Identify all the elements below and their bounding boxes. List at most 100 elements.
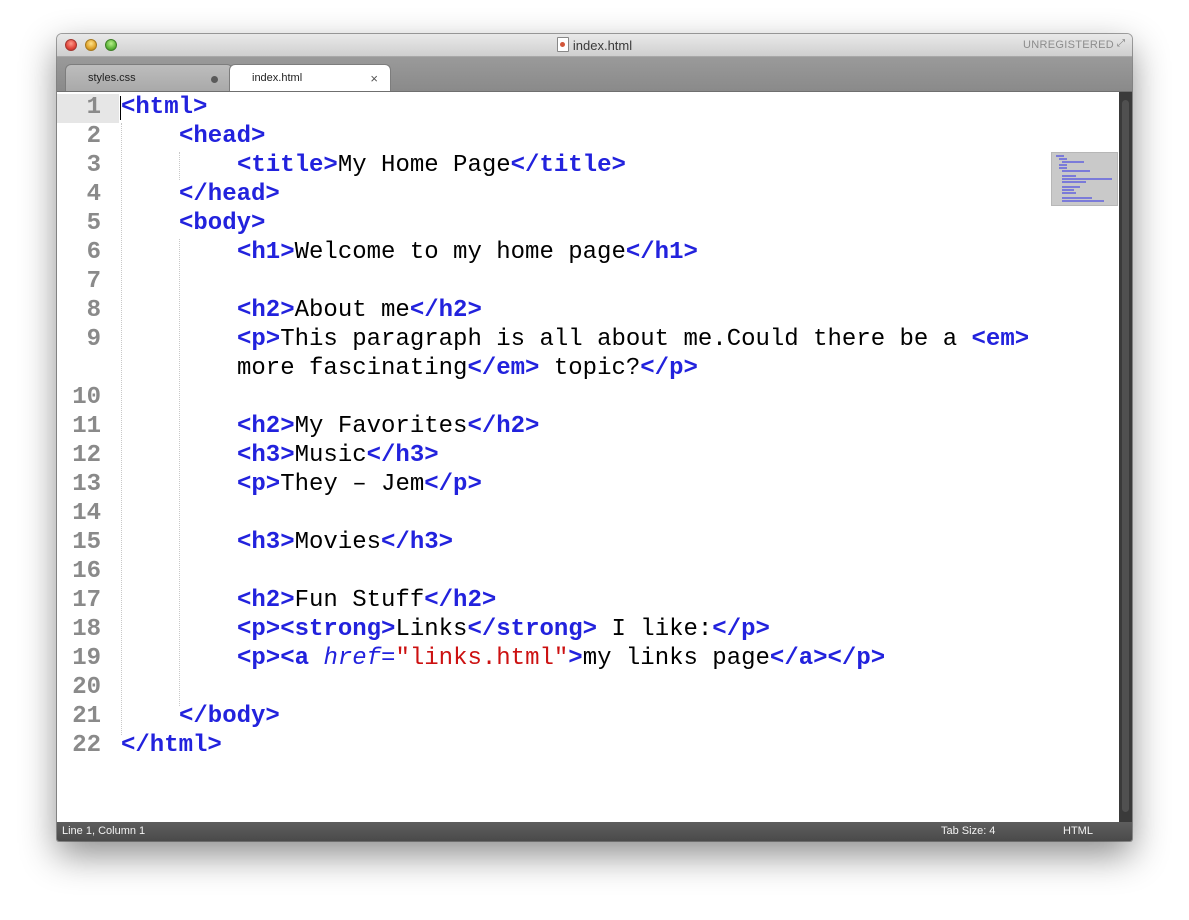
minimap-line [1062, 181, 1086, 183]
code-line: 1 <html> [57, 93, 1119, 122]
text-token: Music [294, 442, 367, 469]
window-title: index.html [57, 37, 1132, 53]
text-token: Movies [294, 529, 382, 556]
tab-index-html[interactable]: index.html × [229, 64, 391, 91]
line-number: 16 [72, 558, 101, 585]
minimap-line [1059, 158, 1067, 160]
tag-token: <h1> [237, 239, 295, 266]
cursor-position: Line 1, Column 1 [62, 825, 146, 837]
code-line: 18 <p><strong>Links</strong> I like:</p> [57, 615, 1119, 644]
line-number: 12 [72, 442, 101, 469]
tag-token: </html> [121, 732, 222, 759]
code-line: 16 [57, 557, 1119, 586]
line-number: 6 [86, 239, 101, 266]
tag-token: <a [280, 645, 324, 672]
minimap-line [1062, 161, 1084, 163]
tag-token: <em> [971, 326, 1030, 353]
tag-token: <p> [237, 616, 281, 643]
tag-token: <body> [179, 210, 266, 237]
tag-token: </p> [827, 645, 886, 672]
tag-token: <h2> [237, 587, 295, 614]
text-token: My Home Page [337, 152, 511, 179]
scroll-thumb[interactable] [1122, 100, 1129, 812]
attribute-token: href [323, 645, 382, 672]
syntax-selector[interactable]: HTML [1063, 822, 1093, 841]
line-number: 3 [86, 152, 101, 179]
line-number: 13 [72, 471, 101, 498]
text-token: my links page [582, 645, 770, 672]
text-token: Welcome to my home page [294, 239, 626, 266]
text-token: Links [395, 616, 468, 643]
operator-token: = [381, 645, 396, 672]
code-line: 14 [57, 499, 1119, 528]
tag-token: <head> [179, 123, 266, 150]
code-line: 2 <head> [57, 122, 1119, 151]
minimap-line [1062, 197, 1092, 199]
line-number: 2 [86, 123, 101, 150]
minimap-line [1056, 155, 1064, 157]
tag-token: </strong> [467, 616, 598, 643]
title-bar: index.html UNREGISTERED ⤢ [57, 34, 1132, 57]
editor-window: index.html UNREGISTERED ⤢ styles.css ind… [57, 34, 1132, 841]
text-token: I like: [597, 616, 713, 643]
code-line: 22 </html> [57, 731, 1119, 760]
line-number: 22 [72, 732, 101, 759]
tag-token: > [568, 645, 583, 672]
line-number: 15 [72, 529, 101, 556]
tag-token: </h3> [381, 529, 454, 556]
line-number: 5 [86, 210, 101, 237]
modified-dot-icon[interactable] [211, 76, 218, 83]
code-line: 10 [57, 383, 1119, 412]
fullscreen-icon[interactable]: ⤢ [1117, 38, 1128, 49]
registration-label: UNREGISTERED [1023, 39, 1114, 51]
minimap-line [1062, 186, 1080, 188]
code-line: 15 <h3>Movies</h3> [57, 528, 1119, 557]
tag-token: </a> [769, 645, 828, 672]
tag-token: <strong> [280, 616, 396, 643]
line-number: 19 [72, 645, 101, 672]
minimap[interactable] [1051, 152, 1118, 206]
minimap-line [1062, 178, 1112, 180]
text-token: topic? [539, 355, 641, 382]
minimap-line [1059, 167, 1067, 169]
line-number: 21 [72, 703, 101, 730]
tab-styles-css[interactable]: styles.css [65, 64, 233, 91]
code-lines: 1 <html> 2 <head> 3 <title>My Home Page</ti… [57, 93, 1119, 760]
text-token: Fun Stuff [294, 587, 425, 614]
line-number: 10 [72, 384, 101, 411]
vertical-scrollbar[interactable] [1119, 92, 1132, 822]
string-token: "links.html" [395, 645, 569, 672]
window-title-text: index.html [572, 38, 633, 53]
tag-token: </p> [712, 616, 770, 643]
code-line: 6 <h1>Welcome to my home page</h1> [57, 238, 1119, 267]
tag-token: </p> [640, 355, 698, 382]
code-line: 17 <h2>Fun Stuff</h2> [57, 586, 1119, 615]
html-document-icon [556, 37, 569, 52]
code-line: 21 </body> [57, 702, 1119, 731]
close-tab-icon[interactable]: × [370, 65, 378, 92]
tag-token: <h3> [237, 442, 295, 469]
line-number: 4 [86, 181, 101, 208]
tab-size-selector[interactable]: Tab Size: 4 [941, 822, 995, 841]
line-number: 14 [72, 500, 101, 527]
tag-token: </h2> [467, 413, 540, 440]
tag-token: </head> [179, 181, 280, 208]
tag-token: </title> [510, 152, 626, 179]
tag-token: <html> [121, 94, 208, 121]
tag-token: <p> [237, 471, 281, 498]
code-editor[interactable]: 1 <html> 2 <head> 3 <title>My Home Page</ti… [57, 92, 1119, 822]
line-number: 17 [72, 587, 101, 614]
tag-token: </h1> [625, 239, 698, 266]
code-line: 13 <p>They – Jem</p> [57, 470, 1119, 499]
text-token: They – Jem [280, 471, 425, 498]
tab-label: index.html [252, 72, 303, 84]
code-line-wrapped: more fascinating</em> topic?</p> [57, 354, 1119, 383]
status-bar: Line 1, Column 1 Tab Size: 4 HTML [57, 822, 1132, 841]
text-token: About me [294, 297, 410, 324]
code-line: 20 [57, 673, 1119, 702]
tag-token: <title> [237, 152, 338, 179]
code-line: 4 </head> [57, 180, 1119, 209]
line-number: 18 [72, 616, 101, 643]
tag-token: </h3> [366, 442, 439, 469]
code-line: 5 <body> [57, 209, 1119, 238]
